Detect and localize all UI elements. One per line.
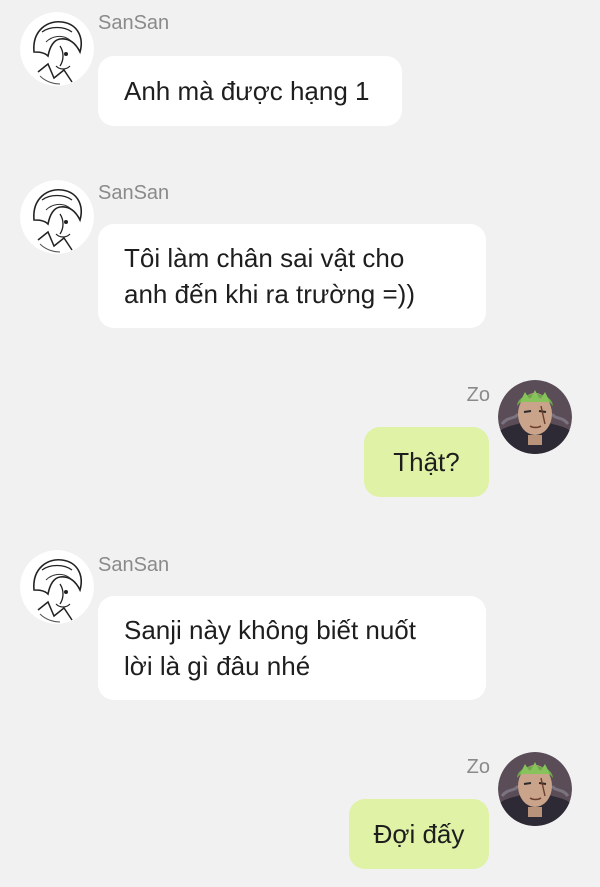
zoro-avatar[interactable] <box>498 752 572 826</box>
sender-name: Zo <box>466 384 490 406</box>
zoro-avatar[interactable] <box>498 380 572 454</box>
message-text: Sanji này không biết nuốt lời là gì đâu … <box>124 612 416 684</box>
message-bubble[interactable]: Anh mà được hạng 1 <box>98 56 402 126</box>
sender-name: Zo <box>466 756 490 778</box>
sender-name: SanSan <box>98 182 170 204</box>
sender-name: SanSan <box>98 554 170 576</box>
sanji-avatar[interactable] <box>20 12 94 86</box>
message-bubble[interactable]: Thật? <box>364 427 489 497</box>
message-line: anh đến khi ra trường =)) <box>124 279 415 309</box>
message-bubble[interactable]: Sanji này không biết nuốt lời là gì đâu … <box>98 596 486 700</box>
message-bubble[interactable]: Tôi làm chân sai vật cho anh đến khi ra … <box>98 224 486 328</box>
sanji-avatar[interactable] <box>20 180 94 254</box>
message-text: Thật? <box>393 447 460 477</box>
message-line: lời là gì đâu nhé <box>124 651 311 681</box>
sender-name: SanSan <box>98 12 170 34</box>
message-text: Đợi đấy <box>373 819 465 849</box>
message-text: Tôi làm chân sai vật cho anh đến khi ra … <box>124 240 415 312</box>
sanji-avatar[interactable] <box>20 550 94 624</box>
message-line: Sanji này không biết nuốt <box>124 615 416 645</box>
message-line: Tôi làm chân sai vật cho <box>124 243 405 273</box>
message-text: Anh mà được hạng 1 <box>124 76 370 106</box>
message-bubble[interactable]: Đợi đấy <box>349 799 489 869</box>
